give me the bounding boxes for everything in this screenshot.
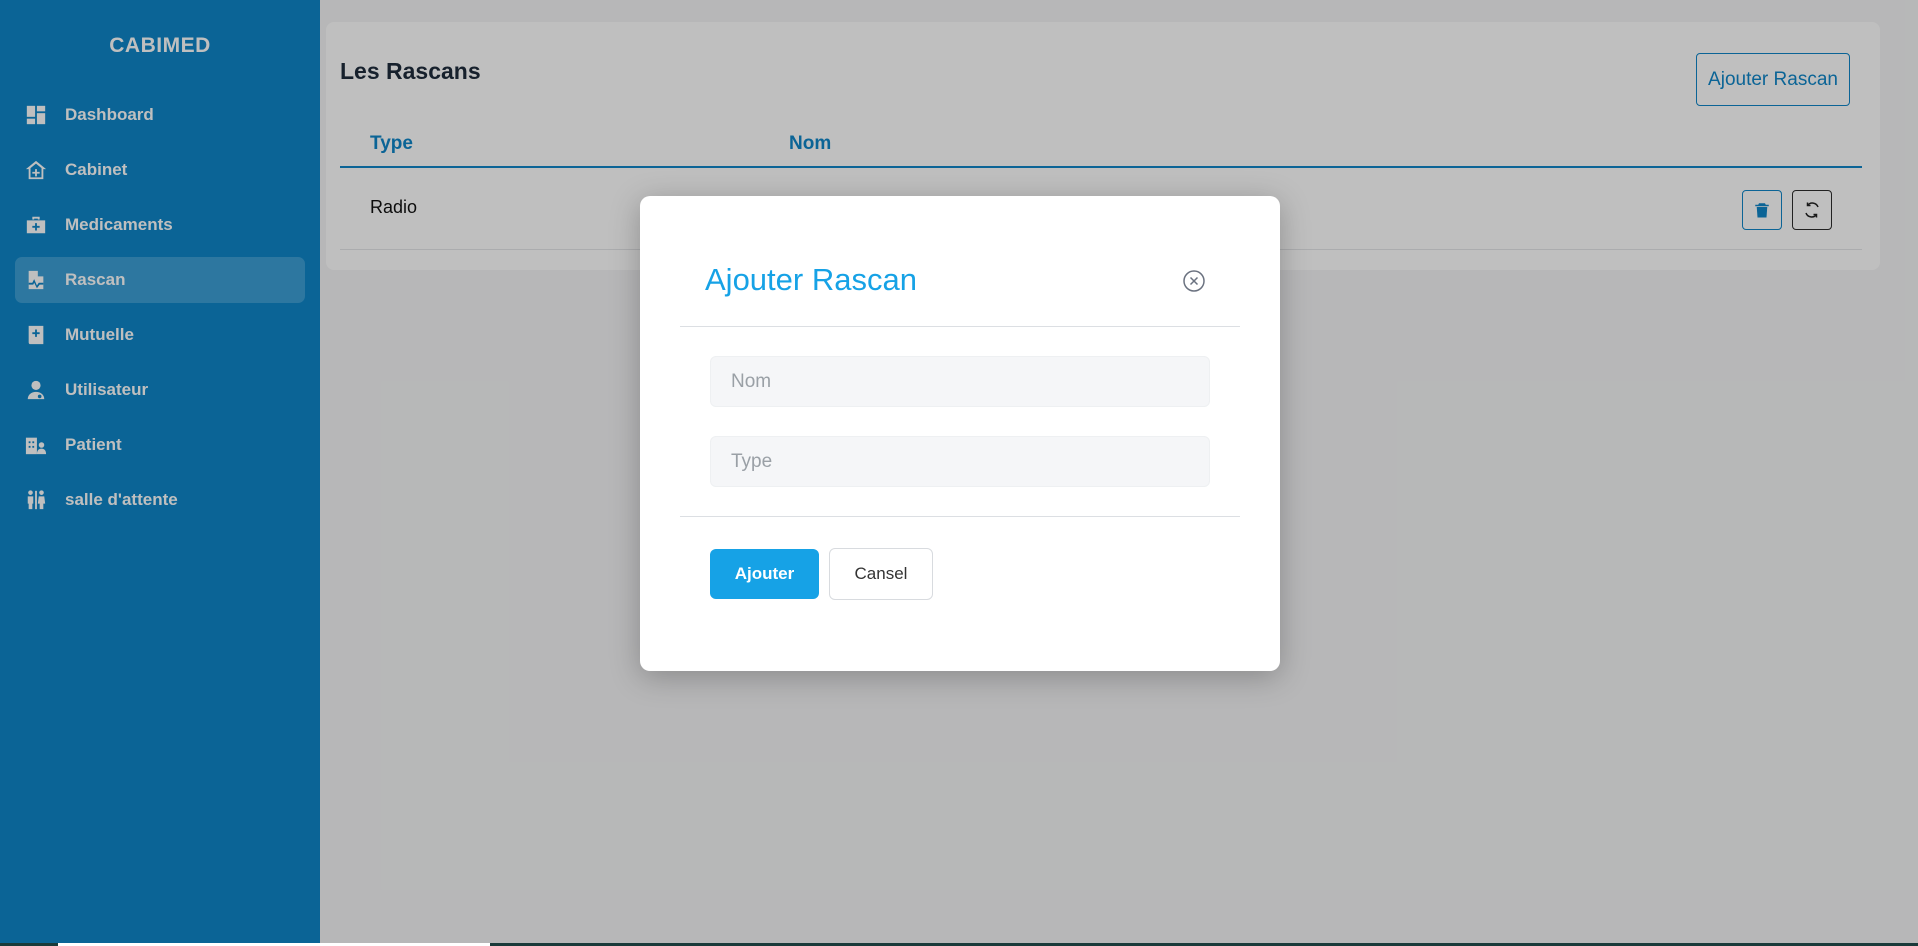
modal-footer-divider xyxy=(680,516,1240,517)
cancel-button[interactable]: Cansel xyxy=(829,548,933,600)
circle-x-icon xyxy=(1183,270,1205,292)
nom-input[interactable] xyxy=(710,356,1210,407)
type-input[interactable] xyxy=(710,436,1210,487)
submit-button[interactable]: Ajouter xyxy=(710,549,819,599)
modal-header-divider xyxy=(680,326,1240,327)
modal-title: Ajouter Rascan xyxy=(705,262,917,297)
close-button[interactable] xyxy=(1182,269,1206,293)
add-rascan-modal: Ajouter Rascan Ajouter Cansel xyxy=(640,196,1280,671)
